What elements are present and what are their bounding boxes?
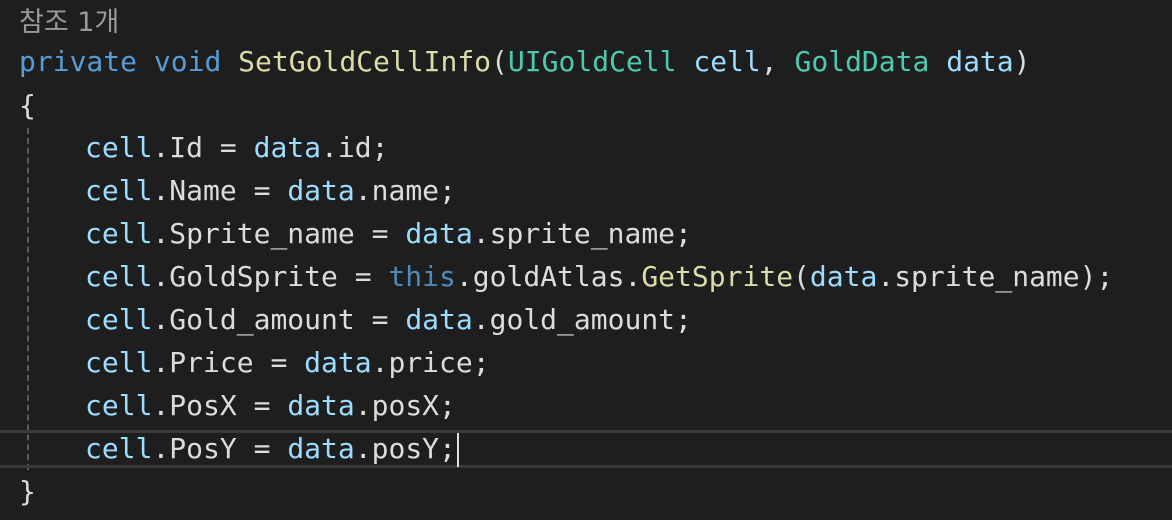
comma: ,	[760, 45, 778, 78]
field: posY	[371, 432, 440, 465]
property: GoldSprite	[169, 260, 338, 293]
param2-name: data	[946, 45, 1014, 78]
code-line-gold-amount[interactable]: cell.Gold_amount = data.gold_amount;	[85, 298, 692, 341]
dot: .	[152, 131, 170, 164]
modifier-keyword: private	[19, 45, 138, 78]
data-ref: data	[287, 389, 355, 422]
field: posX	[371, 389, 440, 422]
cell-ref: cell	[85, 432, 153, 465]
dot: .	[152, 303, 170, 336]
data-ref: data	[253, 131, 322, 164]
cell-ref: cell	[85, 174, 153, 207]
close-brace: }	[19, 475, 36, 508]
cell-ref: cell	[85, 346, 153, 379]
dot: .	[354, 389, 372, 422]
open-paren: (	[793, 260, 810, 293]
code-line-posy[interactable]: cell.PosY = data.posY;	[85, 427, 459, 470]
indent-guide	[27, 128, 29, 470]
data-ref: data	[809, 260, 878, 293]
close-paren: )	[1013, 45, 1031, 78]
cell-ref: cell	[85, 303, 153, 336]
open-brace: {	[19, 89, 36, 122]
data-ref: data	[405, 217, 473, 250]
property: Name	[169, 174, 237, 207]
terminator: ;	[371, 131, 389, 164]
dot: .	[877, 260, 895, 293]
dot: .	[152, 217, 170, 250]
method-signature-line[interactable]: private void SetGoldCellInfo(UIGoldCell …	[19, 40, 1031, 83]
dot: .	[321, 131, 338, 164]
field: sprite_name	[489, 217, 676, 250]
open-paren: (	[491, 45, 508, 78]
terminator: );	[1079, 260, 1114, 293]
data-ref: data	[304, 346, 372, 379]
dot: .	[152, 346, 170, 379]
field: name	[371, 174, 440, 207]
property: PosX	[169, 389, 237, 422]
close-brace-line[interactable]: }	[19, 470, 36, 513]
property: Gold_amount	[169, 303, 355, 336]
assign-op: =	[354, 217, 406, 250]
property: Price	[169, 346, 254, 379]
code-line-id[interactable]: cell.Id = data.id;	[85, 126, 388, 169]
code-editor[interactable]: 참조 1개 private void SetGoldCellInfo(UIGol…	[0, 0, 1172, 520]
this-keyword: this	[388, 260, 456, 293]
dot: .	[152, 432, 170, 465]
dot: .	[472, 303, 490, 336]
cell-ref: cell	[85, 217, 153, 250]
field: sprite_name	[894, 260, 1080, 293]
terminator: ;	[439, 432, 456, 465]
dot: .	[624, 260, 642, 293]
code-line-posx[interactable]: cell.PosX = data.posX;	[85, 384, 456, 427]
terminator: ;	[675, 303, 692, 336]
data-ref: data	[405, 303, 473, 336]
code-line-sprite-name[interactable]: cell.Sprite_name = data.sprite_name;	[85, 212, 692, 255]
data-ref: data	[287, 432, 355, 465]
code-line-price[interactable]: cell.Price = data.price;	[85, 341, 490, 384]
terminator: ;	[675, 217, 692, 250]
dot: .	[371, 346, 389, 379]
assign-op: =	[337, 260, 389, 293]
assign-op: =	[236, 174, 288, 207]
assign-op: =	[253, 346, 305, 379]
codelens-references[interactable]: 참조 1개	[19, 4, 119, 42]
dot: .	[152, 174, 170, 207]
method-name: SetGoldCellInfo	[238, 45, 492, 78]
get-sprite-call: GetSprite	[641, 260, 794, 293]
assign-op: =	[236, 389, 288, 422]
dot: .	[152, 260, 170, 293]
cell-ref: cell	[85, 260, 153, 293]
dot: .	[354, 174, 372, 207]
param2-type: GoldData	[794, 45, 930, 78]
dot: .	[354, 432, 372, 465]
dot: .	[455, 260, 473, 293]
return-type-keyword: void	[153, 45, 222, 78]
atlas-field: goldAtlas	[472, 260, 625, 293]
terminator: ;	[439, 389, 456, 422]
property: Sprite_name	[169, 217, 355, 250]
text-caret	[456, 433, 459, 467]
assign-op: =	[354, 303, 406, 336]
property: PosY	[169, 432, 237, 465]
param1-type: UIGoldCell	[507, 45, 677, 78]
property: Id	[169, 131, 204, 164]
data-ref: data	[287, 174, 355, 207]
field: id	[337, 131, 372, 164]
open-brace-line[interactable]: {	[19, 84, 36, 127]
field: gold_amount	[489, 303, 676, 336]
dot: .	[472, 217, 490, 250]
assign-op: =	[203, 131, 254, 164]
cell-ref: cell	[85, 389, 153, 422]
param1-name: cell	[693, 45, 761, 78]
assign-op: =	[236, 432, 288, 465]
code-line-gold-sprite[interactable]: cell.GoldSprite = this.goldAtlas.GetSpri…	[85, 255, 1113, 298]
terminator: ;	[439, 174, 456, 207]
terminator: ;	[472, 346, 490, 379]
dot: .	[152, 389, 170, 422]
code-line-name[interactable]: cell.Name = data.name;	[85, 169, 456, 212]
cell-ref: cell	[85, 131, 153, 164]
field: price	[388, 346, 473, 379]
